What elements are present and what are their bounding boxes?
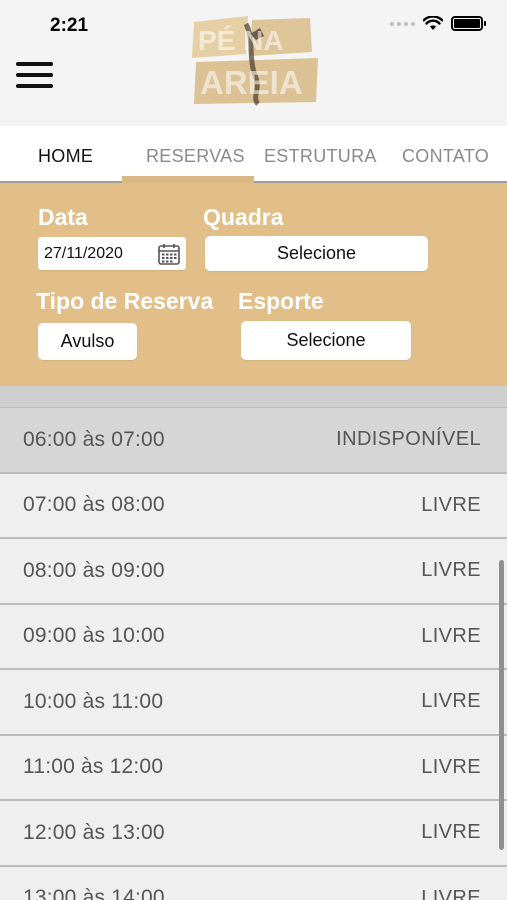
- slot-time: 07:00 às 08:00: [23, 493, 165, 517]
- tab-estrutura[interactable]: ESTRUTURA: [264, 146, 377, 167]
- status-icons: [390, 16, 486, 31]
- court-select[interactable]: Selecione: [205, 236, 428, 271]
- logo-text-bottom: AREIA: [200, 64, 303, 101]
- time-slot-list[interactable]: 06:00 às 07:00 INDISPONÍVEL 07:00 às 08:…: [0, 386, 507, 900]
- slot-status: INDISPONÍVEL: [336, 428, 481, 451]
- tab-bar: HOME RESERVAS ESTRUTURA CONTATO: [0, 126, 507, 183]
- slot-time: 13:00 às 14:00: [23, 886, 165, 900]
- status-time: 2:21: [50, 15, 89, 36]
- cellular-icon: [390, 21, 415, 26]
- slot-status: LIVRE: [421, 821, 481, 844]
- active-tab-indicator: [122, 176, 254, 183]
- battery-icon: [451, 16, 486, 31]
- reservation-type-label: Tipo de Reserva: [36, 288, 214, 314]
- date-value: 27/11/2020: [44, 244, 123, 262]
- sport-select[interactable]: Selecione: [241, 321, 411, 360]
- date-label: Data: [38, 204, 88, 230]
- tab-home[interactable]: HOME: [38, 146, 93, 167]
- scrollbar[interactable]: [499, 560, 504, 850]
- logo-text-top: PÉ NA: [198, 25, 284, 56]
- time-slot-row[interactable]: 11:00 às 12:00 LIVRE: [0, 735, 507, 801]
- app-logo: PÉ NA AREIA: [192, 16, 318, 106]
- time-slot-row[interactable]: 06:00 às 07:00 INDISPONÍVEL: [0, 408, 507, 474]
- time-slot-row[interactable]: 07:00 às 08:00 LIVRE: [0, 473, 507, 539]
- calendar-icon: [158, 244, 180, 265]
- tab-reservas[interactable]: RESERVAS: [146, 146, 245, 167]
- slot-status: LIVRE: [421, 755, 481, 778]
- sport-label: Esporte: [238, 288, 324, 314]
- time-slot-row[interactable]: 08:00 às 09:00 LIVRE: [0, 539, 507, 605]
- slot-status: LIVRE: [421, 624, 481, 647]
- slot-status: LIVRE: [421, 886, 481, 900]
- slot-time: 09:00 às 10:00: [23, 624, 165, 648]
- slot-status: LIVRE: [421, 493, 481, 516]
- reservation-type-select[interactable]: Avulso: [38, 323, 137, 360]
- time-slot-row[interactable]: 12:00 às 13:00 LIVRE: [0, 801, 507, 867]
- slot-time: 12:00 às 13:00: [23, 820, 165, 844]
- slot-status: LIVRE: [421, 690, 481, 713]
- court-label: Quadra: [203, 204, 284, 230]
- list-header: [0, 386, 507, 408]
- time-slot-row[interactable]: 13:00 às 14:00 LIVRE: [0, 866, 507, 900]
- tab-contato[interactable]: CONTATO: [402, 146, 489, 167]
- hamburger-menu-button[interactable]: [16, 58, 54, 88]
- slot-status: LIVRE: [421, 559, 481, 582]
- time-slot-row[interactable]: 10:00 às 11:00 LIVRE: [0, 670, 507, 736]
- wifi-icon: [423, 16, 443, 30]
- slot-time: 06:00 às 07:00: [23, 427, 165, 451]
- time-slot-row[interactable]: 09:00 às 10:00 LIVRE: [0, 604, 507, 670]
- slot-time: 08:00 às 09:00: [23, 558, 165, 582]
- slot-time: 11:00 às 12:00: [23, 755, 164, 779]
- app-header: PÉ NA AREIA: [0, 16, 507, 126]
- date-field[interactable]: 27/11/2020: [38, 237, 186, 270]
- reservation-filters: Data Quadra 27/11/2020 Selecione Tipo de…: [0, 183, 507, 386]
- slot-time: 10:00 às 11:00: [23, 689, 164, 713]
